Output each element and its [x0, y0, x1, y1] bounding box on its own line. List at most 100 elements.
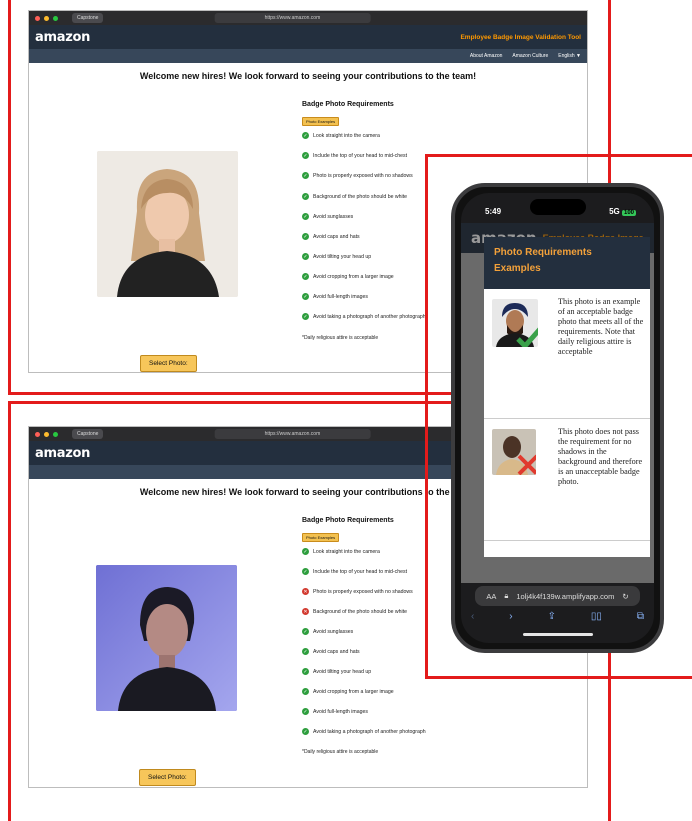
close-dot[interactable]	[35, 431, 40, 437]
forward-icon[interactable]: ›	[509, 611, 512, 622]
requirement-label: Include the top of your head to mid-ches…	[313, 568, 408, 575]
mobile-toolbar: ‹ › ⇪ ▯▯ ⧉	[471, 611, 644, 622]
requirement-item: ✓ Look straight into the camera	[302, 548, 380, 555]
site-nav: About Amazon Amazon Culture English ▼	[29, 49, 587, 63]
reader-aa[interactable]: AA	[486, 592, 496, 601]
minimize-dot[interactable]	[44, 431, 49, 437]
back-icon[interactable]: ‹	[471, 611, 474, 622]
nav-culture[interactable]: Amazon Culture	[512, 53, 548, 59]
check-icon: ✓	[302, 688, 309, 695]
url-bar[interactable]: https://www.amazon.com	[214, 429, 371, 439]
requirement-item: ✓ Avoid cropping from a larger image	[302, 688, 394, 695]
example-photo-good	[492, 299, 538, 347]
requirement-item: ✓ Avoid tilting your head up	[302, 668, 371, 675]
photo-examples-modal: Photo Requirements Examples This photo i…	[484, 237, 650, 557]
mobile-address-bar[interactable]: AA 🔒︎ 1olj4k4f139w.amplifyapp.com ↻	[475, 586, 640, 606]
amazon-logo[interactable]: amazon	[35, 30, 90, 45]
lock-icon: 🔒︎	[504, 591, 509, 600]
check-icon: ✓	[302, 132, 309, 139]
nav-about[interactable]: About Amazon	[470, 53, 503, 59]
cross-icon: ✕	[302, 588, 309, 595]
requirement-item: ✓ Look straight into the camera	[302, 132, 380, 139]
url-bar[interactable]: https://www.amazon.com	[214, 13, 371, 23]
requirement-label: Avoid full-length images	[313, 708, 368, 715]
requirement-item: ✓ Avoid tilting your head up	[302, 253, 371, 260]
phone-device: 5:49 5G 100 amazon Employee Badge Image …	[451, 183, 664, 653]
requirement-label: Background of the photo should be white	[313, 193, 408, 200]
check-icon: ✓	[302, 233, 309, 240]
requirement-label: Look straight into the camera	[313, 132, 380, 139]
home-indicator	[522, 633, 593, 636]
cross-mark-icon	[517, 454, 536, 475]
requirement-label: Avoid tilting your head up	[313, 668, 372, 675]
photo-examples-button[interactable]: Photo Examples	[302, 117, 340, 126]
attire-note: *Daily religious attire is acceptable	[302, 749, 379, 755]
photo-examples-button[interactable]: Photo Examples	[302, 533, 340, 542]
requirement-label: Avoid taking a photograph of another pho…	[313, 313, 426, 320]
check-icon: ✓	[302, 568, 309, 575]
requirement-label: Avoid sunglasses	[313, 213, 354, 220]
requirement-item: ✓ Avoid cropping from a larger image	[302, 273, 394, 280]
signal-battery: 5G 100	[609, 207, 636, 216]
uploaded-photo	[97, 151, 238, 297]
example-bad-caption: This photo does not pass the requirement…	[558, 427, 643, 486]
check-icon: ✓	[302, 193, 309, 200]
attire-note: *Daily religious attire is acceptable	[302, 335, 379, 341]
requirements-title: Badge Photo Requirements	[302, 101, 394, 108]
check-icon: ✓	[302, 628, 309, 635]
select-photo-button[interactable]: Select Photo:	[140, 355, 197, 372]
status-bar: 5:49 5G 100	[485, 207, 636, 216]
minimize-dot[interactable]	[44, 15, 49, 21]
amazon-logo[interactable]: amazon	[35, 446, 90, 461]
modal-title: Photo Requirements Examples	[494, 247, 592, 274]
requirement-item: ✓ Avoid sunglasses	[302, 628, 353, 635]
welcome-heading: Welcome new hires! We look forward to se…	[139, 71, 477, 81]
requirement-item: ✓ Include the top of your head to mid-che…	[302, 568, 407, 575]
bookmarks-icon[interactable]: ▯▯	[591, 611, 602, 622]
check-icon: ✓	[302, 152, 309, 159]
check-icon: ✓	[302, 648, 309, 655]
check-icon: ✓	[302, 293, 309, 300]
requirement-label: Avoid caps and hats	[313, 648, 360, 655]
requirement-label: Avoid taking a photograph of another pho…	[313, 728, 426, 735]
reload-icon[interactable]: ↻	[622, 592, 628, 601]
browser-tab[interactable]: Capstone	[72, 429, 104, 439]
requirements-title: Badge Photo Requirements	[302, 517, 394, 524]
uploaded-photo	[96, 565, 237, 711]
close-dot[interactable]	[35, 15, 40, 21]
example-good-caption: This photo is an example of an acceptabl…	[558, 297, 644, 356]
nav-language[interactable]: English ▼	[558, 53, 581, 59]
requirement-item: ✓ Avoid caps and hats	[302, 648, 360, 655]
requirement-item: ✓ Avoid sunglasses	[302, 213, 353, 220]
requirement-label: Photo is properly exposed with no shadow…	[313, 172, 413, 179]
modal-header: Photo Requirements Examples	[484, 237, 650, 289]
requirement-label: Avoid caps and hats	[313, 233, 360, 240]
requirement-label: Include the top of your head to mid-ches…	[313, 152, 408, 159]
battery-icon: 100	[621, 210, 636, 216]
requirement-label: Avoid tilting your head up	[313, 253, 372, 260]
check-icon: ✓	[302, 548, 309, 555]
requirement-item: ✓ Avoid caps and hats	[302, 233, 360, 240]
select-photo-button[interactable]: Select Photo:	[139, 769, 196, 786]
requirement-label: Photo is properly exposed with no shadow…	[313, 588, 413, 595]
requirement-item: ✓ Background of the photo should be white	[302, 193, 407, 200]
maximize-dot[interactable]	[53, 15, 58, 21]
requirement-label: Background of the photo should be white	[313, 608, 408, 615]
requirement-label: Look straight into the camera	[313, 548, 380, 555]
tool-title: Employee Badge Image Validation Tool	[460, 33, 581, 41]
example-card-good: This photo is an example of an acceptabl…	[484, 289, 650, 419]
browser-tab[interactable]: Capstone	[72, 13, 104, 23]
requirement-item: ✓ Avoid full-length images	[302, 708, 368, 715]
requirement-label: Avoid sunglasses	[313, 628, 354, 635]
requirement-item: ✕ Photo is properly exposed with no shado…	[302, 588, 413, 595]
share-icon[interactable]: ⇪	[548, 611, 556, 622]
requirement-item: ✓ Photo is properly exposed with no shado…	[302, 172, 413, 179]
tabs-icon[interactable]: ⧉	[637, 611, 644, 622]
example-photo-bad	[492, 429, 536, 475]
check-icon: ✓	[302, 273, 309, 280]
maximize-dot[interactable]	[53, 431, 58, 437]
phone-screen: 5:49 5G 100 amazon Employee Badge Image …	[461, 193, 654, 643]
browser-titlebar: Capstone https://www.amazon.com	[29, 11, 587, 25]
cross-icon: ✕	[302, 608, 309, 615]
requirement-item: ✓ Avoid taking a photograph of another ph…	[302, 313, 426, 320]
